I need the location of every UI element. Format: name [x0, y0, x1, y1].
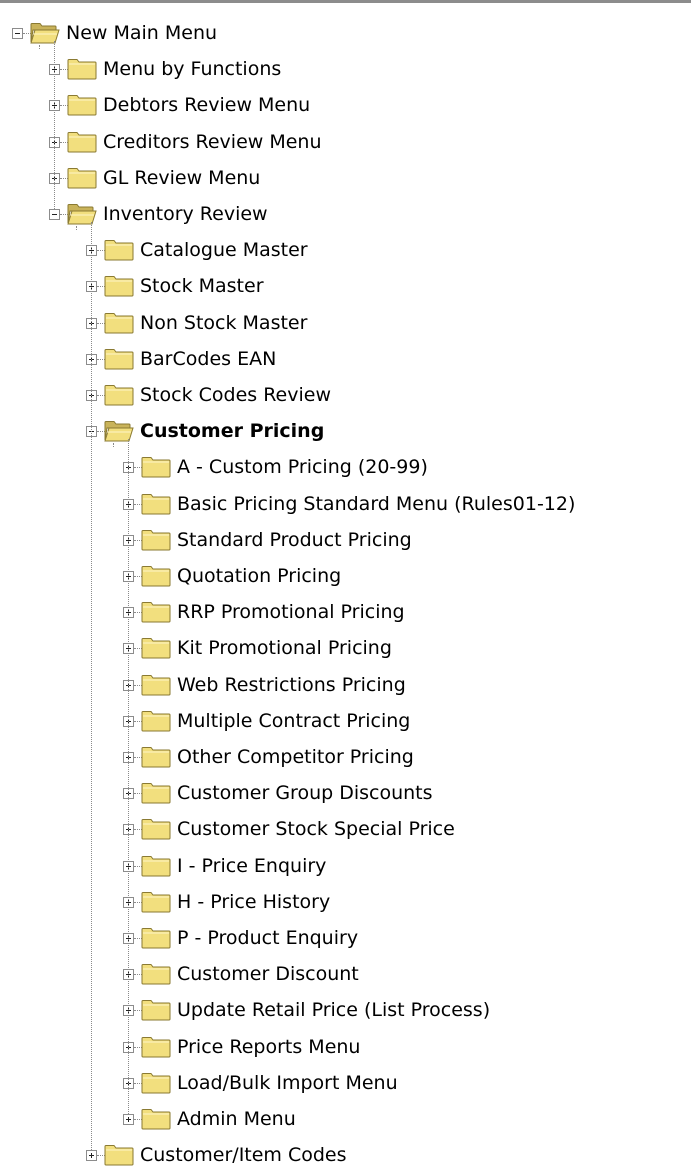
tree-item-customer-stock-special-price[interactable]: Customer Stock Special Price	[177, 817, 455, 841]
folder-icon[interactable]	[141, 529, 171, 551]
tree-item-quotation-pricing[interactable]: Quotation Pricing	[177, 564, 341, 588]
tree-item-kit-promotional-pricing[interactable]: Kit Promotional Pricing	[177, 636, 392, 660]
tree-item-web-restrictions-pricing[interactable]: Web Restrictions Pricing	[177, 673, 406, 697]
tree-item-i-price-enquiry[interactable]: I - Price Enquiry	[177, 854, 326, 878]
tree-guide-line	[54, 41, 55, 209]
tree-item-price-reports-menu[interactable]: Price Reports Menu	[177, 1035, 360, 1059]
expand-toggle-admin-menu[interactable]	[123, 1114, 134, 1125]
tree-item-customer-group-discounts[interactable]: Customer Group Discounts	[177, 781, 433, 805]
folder-icon[interactable]	[67, 131, 97, 153]
folder-icon[interactable]	[141, 1036, 171, 1058]
tree-item-customer-discount[interactable]: Customer Discount	[177, 962, 359, 986]
tree-item-update-retail-price-list-process[interactable]: Update Retail Price (List Process)	[177, 998, 490, 1022]
folder-icon[interactable]	[141, 999, 171, 1021]
folder-icon[interactable]	[141, 1108, 171, 1130]
folder-icon[interactable]	[141, 565, 171, 587]
folder-icon[interactable]	[67, 167, 97, 189]
tree-item-debtors-review-menu[interactable]: Debtors Review Menu	[103, 93, 310, 117]
tree-item-inventory-review[interactable]: Inventory Review	[103, 202, 268, 226]
tree-item-menu-by-functions[interactable]: Menu by Functions	[103, 57, 281, 81]
folder-icon[interactable]	[104, 239, 134, 261]
folder-icon[interactable]	[104, 348, 134, 370]
tree-guide-line	[76, 226, 77, 230]
folder-icon[interactable]	[104, 275, 134, 297]
folder-icon[interactable]	[141, 927, 171, 949]
folder-open-icon[interactable]	[30, 22, 60, 44]
tree-guide-line	[91, 222, 92, 1150]
tree-guide-line	[128, 439, 129, 1114]
tree-item-catalogue-master[interactable]: Catalogue Master	[140, 238, 308, 262]
folder-icon[interactable]	[67, 58, 97, 80]
folder-icon[interactable]	[141, 818, 171, 840]
folder-open-icon[interactable]	[104, 420, 134, 442]
tree-guide-line	[39, 45, 40, 49]
folder-icon[interactable]	[104, 1144, 134, 1166]
folder-icon[interactable]	[141, 601, 171, 623]
collapse-toggle-new-main-menu[interactable]	[12, 28, 23, 39]
folder-icon[interactable]	[141, 710, 171, 732]
folder-icon[interactable]	[141, 456, 171, 478]
tree-item-new-main-menu[interactable]: New Main Menu	[66, 21, 217, 45]
folder-icon[interactable]	[104, 312, 134, 334]
tree-guide-line	[113, 443, 114, 447]
folder-icon[interactable]	[141, 674, 171, 696]
folder-icon[interactable]	[141, 855, 171, 877]
folder-icon[interactable]	[67, 94, 97, 116]
folder-icon[interactable]	[141, 746, 171, 768]
tree-item-other-competitor-pricing[interactable]: Other Competitor Pricing	[177, 745, 414, 769]
tree-item-stock-master[interactable]: Stock Master	[140, 274, 264, 298]
tree-item-customer-item-codes[interactable]: Customer/Item Codes	[140, 1143, 347, 1167]
collapse-toggle-inventory-review[interactable]	[49, 209, 60, 220]
folder-icon[interactable]	[141, 637, 171, 659]
expand-toggle-customer-item-codes[interactable]	[86, 1150, 97, 1161]
tree-item-basic-pricing-standard-menu-rules01-12[interactable]: Basic Pricing Standard Menu (Rules01-12)	[177, 492, 575, 516]
folder-icon[interactable]	[104, 384, 134, 406]
tree-item-non-stock-master[interactable]: Non Stock Master	[140, 311, 307, 335]
tree-item-load-bulk-import-menu[interactable]: Load/Bulk Import Menu	[177, 1071, 398, 1095]
tree-item-h-price-history[interactable]: H - Price History	[177, 890, 330, 914]
tree-item-creditors-review-menu[interactable]: Creditors Review Menu	[103, 130, 322, 154]
folder-icon[interactable]	[141, 963, 171, 985]
tree-item-a-custom-pricing-20-99[interactable]: A - Custom Pricing (20-99)	[177, 455, 428, 479]
menu-tree[interactable]: New Main Menu Menu by Functions Debtors …	[0, 0, 691, 1166]
tree-item-standard-product-pricing[interactable]: Standard Product Pricing	[177, 528, 412, 552]
tree-item-admin-menu[interactable]: Admin Menu	[177, 1107, 296, 1131]
tree-item-stock-codes-review[interactable]: Stock Codes Review	[140, 383, 331, 407]
tree-item-rrp-promotional-pricing[interactable]: RRP Promotional Pricing	[177, 600, 405, 624]
folder-icon[interactable]	[141, 782, 171, 804]
tree-item-barcodes-ean[interactable]: BarCodes EAN	[140, 347, 276, 371]
folder-icon[interactable]	[141, 493, 171, 515]
folder-icon[interactable]	[141, 1072, 171, 1094]
tree-item-gl-review-menu[interactable]: GL Review Menu	[103, 166, 260, 190]
folder-open-icon[interactable]	[67, 203, 97, 225]
tree-item-p-product-enquiry[interactable]: P - Product Enquiry	[177, 926, 358, 950]
folder-icon[interactable]	[141, 891, 171, 913]
tree-item-multiple-contract-pricing[interactable]: Multiple Contract Pricing	[177, 709, 410, 733]
tree-item-customer-pricing[interactable]: Customer Pricing	[140, 419, 324, 443]
